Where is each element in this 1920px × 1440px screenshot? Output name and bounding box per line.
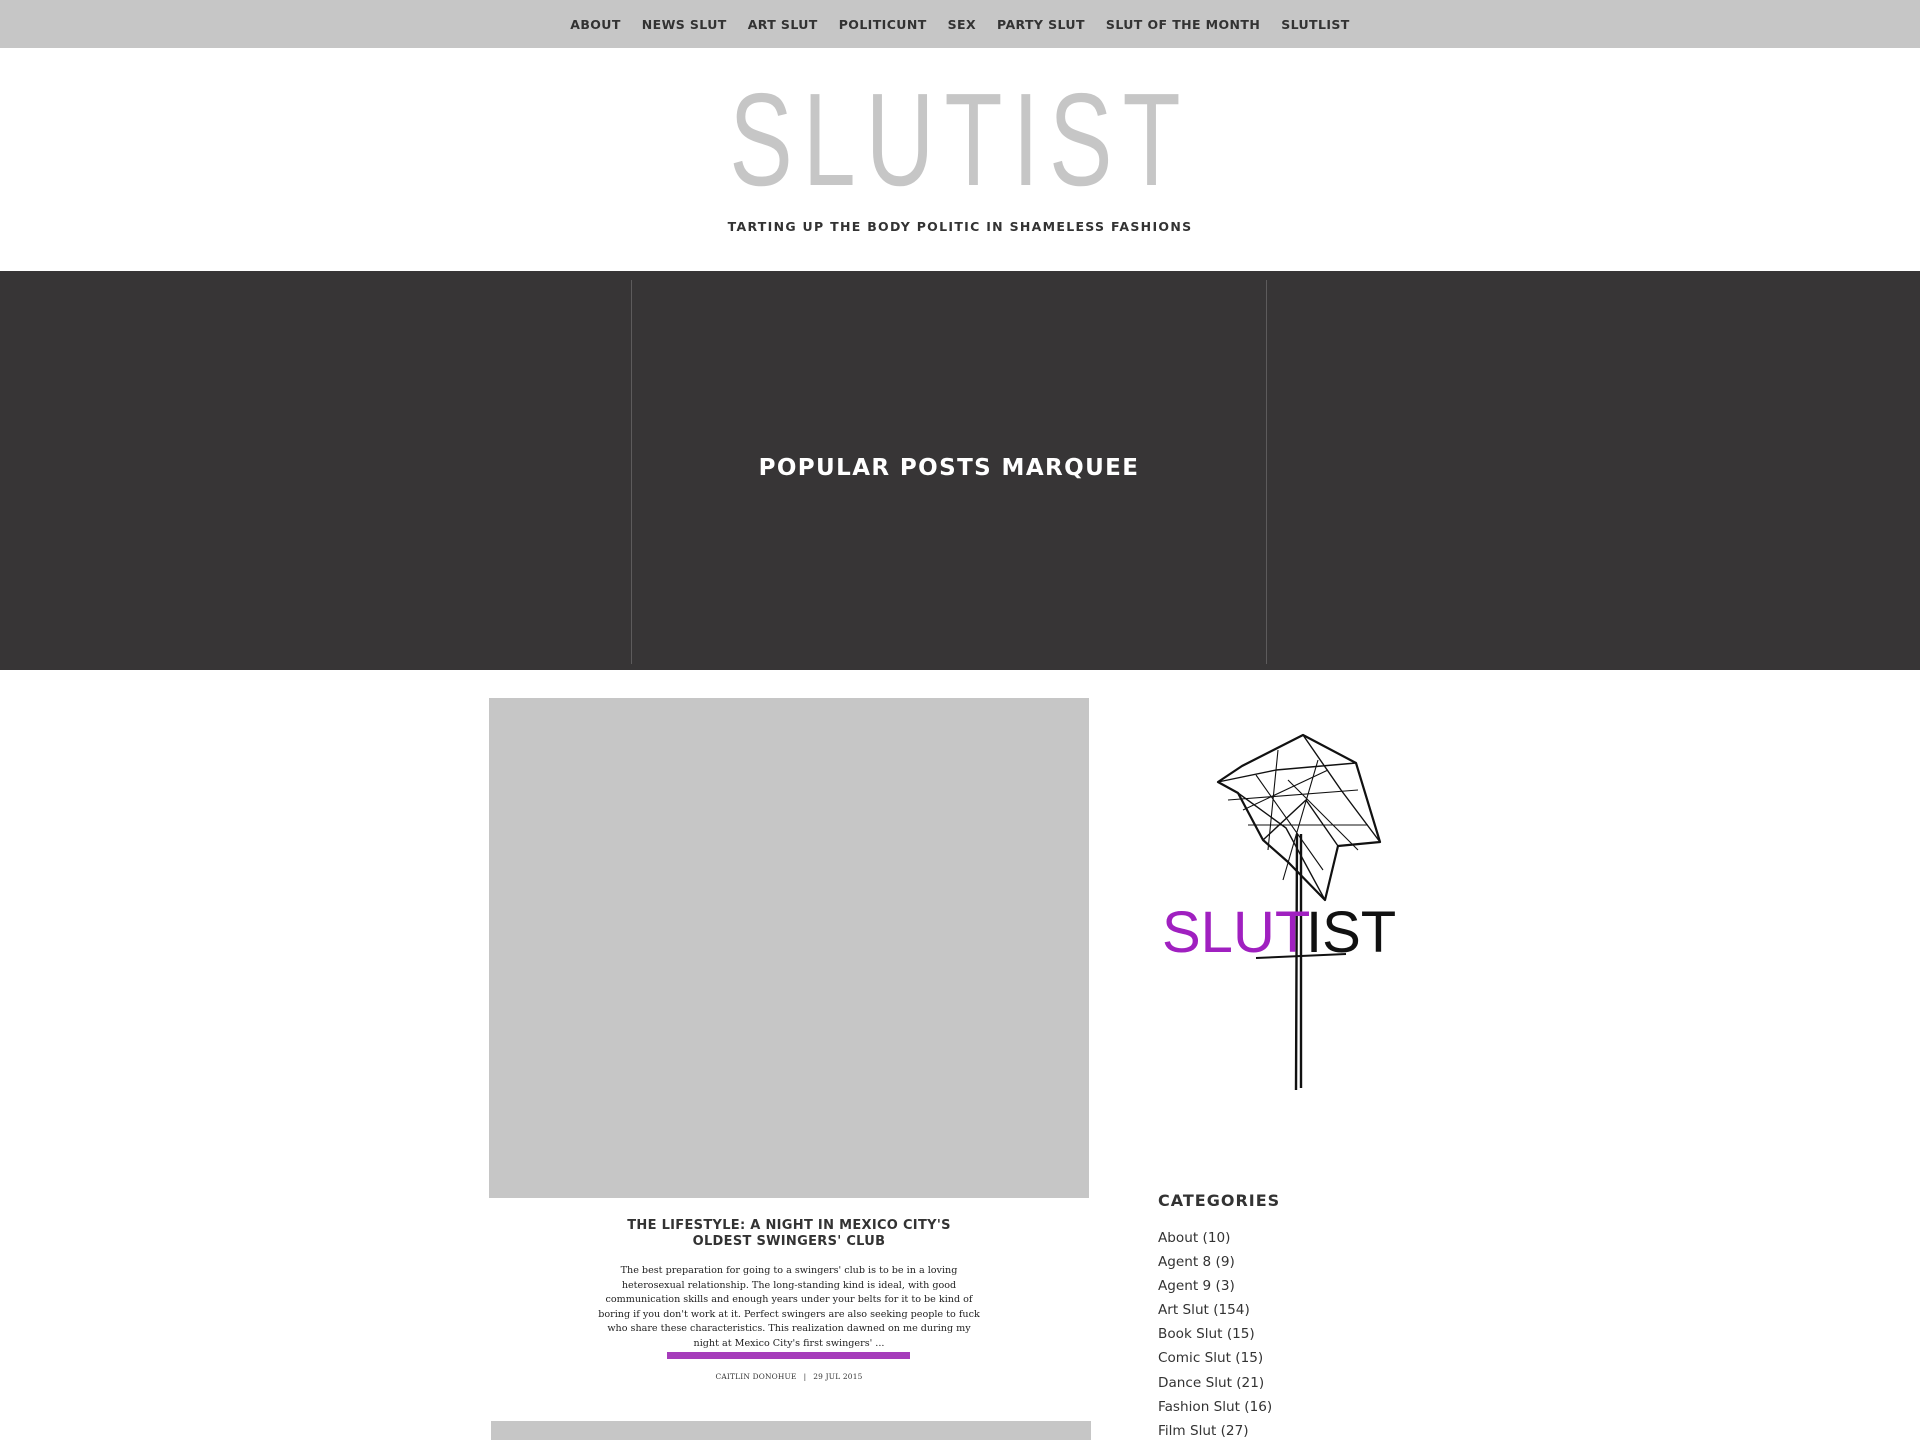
logo-text-ist: IST — [1306, 900, 1396, 965]
logo-text-slut: SLUT — [1162, 900, 1310, 965]
category-item[interactable]: About (10) — [1158, 1226, 1272, 1250]
nav-item-party-slut[interactable]: PARTY SLUT — [997, 17, 1085, 32]
site-tagline: TARTING UP THE BODY POLITIC IN SHAMELESS… — [727, 219, 1193, 234]
nav-item-slutlist[interactable]: SLUTLIST — [1281, 17, 1350, 32]
meta-separator: | — [803, 1372, 807, 1381]
marquee-title: POPULAR POSTS MARQUEE — [758, 455, 1140, 481]
post-featured-image[interactable] — [489, 698, 1089, 1198]
category-item[interactable]: Art Slut (154) — [1158, 1298, 1272, 1322]
slutist-logo: SLUT IST — [1162, 733, 1396, 1091]
top-navigation: ABOUT NEWS SLUT ART SLUT POLITICUNT SEX … — [0, 0, 1920, 48]
category-item[interactable]: Book Slut (15) — [1158, 1322, 1272, 1346]
next-post-image[interactable] — [491, 1421, 1091, 1440]
post-meta: CAITLIN DONOHUE | 29 JUL 2015 — [589, 1372, 989, 1381]
category-item[interactable]: Fashion Slut (16) — [1158, 1395, 1272, 1419]
nav-item-about[interactable]: ABOUT — [570, 17, 621, 32]
site-title[interactable]: SLUTIST — [269, 74, 1651, 206]
category-item[interactable]: Agent 8 (9) — [1158, 1250, 1272, 1274]
nav-item-art-slut[interactable]: ART SLUT — [748, 17, 818, 32]
post-author[interactable]: CAITLIN DONOHUE — [716, 1372, 797, 1381]
category-item[interactable]: Agent 9 (3) — [1158, 1274, 1272, 1298]
post-title[interactable]: THE LIFESTYLE: A NIGHT IN MEXICO CITY'S … — [600, 1218, 978, 1250]
post-excerpt: The best preparation for going to a swin… — [598, 1265, 980, 1349]
post-divider — [667, 1352, 910, 1359]
marquee-divider-right — [1266, 280, 1267, 664]
category-item[interactable]: Dance Slut (21) — [1158, 1371, 1272, 1395]
category-item[interactable]: Film Slut (27) — [1158, 1419, 1272, 1440]
post-date: 29 JUL 2015 — [813, 1372, 863, 1381]
nav-item-news-slut[interactable]: NEWS SLUT — [642, 17, 727, 32]
popular-posts-marquee: POPULAR POSTS MARQUEE — [0, 271, 1920, 670]
categories-list: About (10) Agent 8 (9) Agent 9 (3) Art S… — [1158, 1226, 1272, 1440]
nav-item-sex[interactable]: SEX — [948, 17, 976, 32]
nav-item-slut-of-the-month[interactable]: SLUT OF THE MONTH — [1106, 17, 1260, 32]
category-item[interactable]: Comic Slut (15) — [1158, 1346, 1272, 1370]
nav-item-politicunt[interactable]: POLITICUNT — [839, 17, 927, 32]
categories-heading: CATEGORIES — [1158, 1191, 1281, 1210]
